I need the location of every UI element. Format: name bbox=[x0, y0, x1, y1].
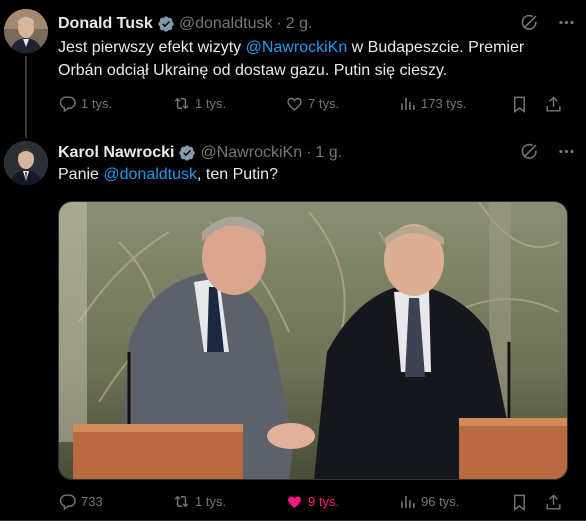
reply-icon bbox=[59, 96, 76, 113]
grok-icon[interactable] bbox=[520, 13, 539, 32]
views-button[interactable]: 173 tys. bbox=[398, 94, 467, 113]
repost-icon bbox=[174, 97, 189, 110]
author-handle[interactable]: @donaldtusk bbox=[179, 15, 273, 33]
like-count: 7 tys. bbox=[308, 96, 340, 111]
share-icon[interactable] bbox=[544, 493, 563, 512]
repost-button[interactable]: 1 tys. bbox=[172, 94, 226, 113]
repost-count: 1 tys. bbox=[195, 494, 227, 509]
bookmark-icon[interactable] bbox=[510, 95, 529, 114]
grok-icon[interactable] bbox=[520, 142, 539, 161]
tweet-actions: 733 1 tys. 9 tys. 96 tys. bbox=[58, 492, 576, 514]
reply-count: 733 bbox=[81, 494, 103, 509]
views-count: 173 tys. bbox=[421, 96, 467, 111]
views-icon bbox=[401, 495, 415, 508]
repost-icon bbox=[174, 495, 189, 508]
verified-badge-icon[interactable] bbox=[178, 144, 196, 162]
tweet-tusk[interactable]: Donald Tusk @donaldtusk · 2 g. Jest pier… bbox=[0, 0, 586, 138]
reply-count: 1 tys. bbox=[81, 96, 113, 111]
tweet-header: Donald Tusk @donaldtusk · 2 g. bbox=[58, 13, 576, 35]
tweet-header: Karol Nawrocki @NawrockiKn · 1 g. bbox=[58, 142, 576, 164]
bookmark-icon[interactable] bbox=[510, 493, 529, 512]
tweet-photo[interactable] bbox=[58, 201, 568, 480]
repost-count: 1 tys. bbox=[195, 96, 227, 111]
like-button[interactable]: 9 tys. bbox=[285, 492, 339, 511]
like-icon bbox=[288, 496, 301, 508]
views-count: 96 tys. bbox=[421, 494, 460, 509]
like-icon bbox=[287, 97, 302, 111]
verified-badge-icon[interactable] bbox=[157, 15, 175, 33]
author-handle[interactable]: @NawrockiKn bbox=[200, 144, 302, 162]
repost-button[interactable]: 1 tys. bbox=[172, 492, 226, 511]
reply-icon bbox=[59, 494, 76, 511]
thread-line bbox=[25, 56, 27, 138]
share-icon[interactable] bbox=[544, 95, 563, 114]
tweet-nawrocki[interactable]: Karol Nawrocki @NawrockiKn · 1 g. Panie … bbox=[0, 133, 586, 521]
author-name[interactable]: Karol Nawrocki bbox=[58, 144, 174, 162]
more-icon[interactable] bbox=[557, 142, 576, 161]
separator-dot: · bbox=[306, 144, 312, 161]
avatar[interactable] bbox=[4, 9, 48, 53]
avatar[interactable] bbox=[4, 141, 48, 185]
separator-dot: · bbox=[276, 15, 282, 32]
timestamp[interactable]: 1 g. bbox=[315, 144, 342, 162]
more-icon[interactable] bbox=[557, 13, 576, 32]
mention-link[interactable]: @donaldtusk bbox=[103, 166, 197, 183]
tweet-text: Panie @donaldtusk, ten Putin? bbox=[58, 166, 278, 183]
like-count: 9 tys. bbox=[308, 494, 340, 509]
tweet-text: Jest pierwszy efekt wizyty @NawrockiKn w… bbox=[58, 39, 525, 79]
tweet-actions: 1 tys. 1 tys. 7 tys. 173 tys. bbox=[58, 94, 576, 116]
timestamp[interactable]: 2 g. bbox=[286, 15, 313, 33]
author-name[interactable]: Donald Tusk bbox=[58, 15, 153, 33]
views-icon bbox=[401, 97, 415, 110]
like-button[interactable]: 7 tys. bbox=[285, 94, 339, 113]
mention-link[interactable]: @NawrockiKn bbox=[246, 39, 348, 56]
reply-button[interactable]: 1 tys. bbox=[58, 94, 112, 113]
reply-button[interactable]: 733 bbox=[58, 492, 103, 511]
views-button[interactable]: 96 tys. bbox=[398, 492, 459, 511]
